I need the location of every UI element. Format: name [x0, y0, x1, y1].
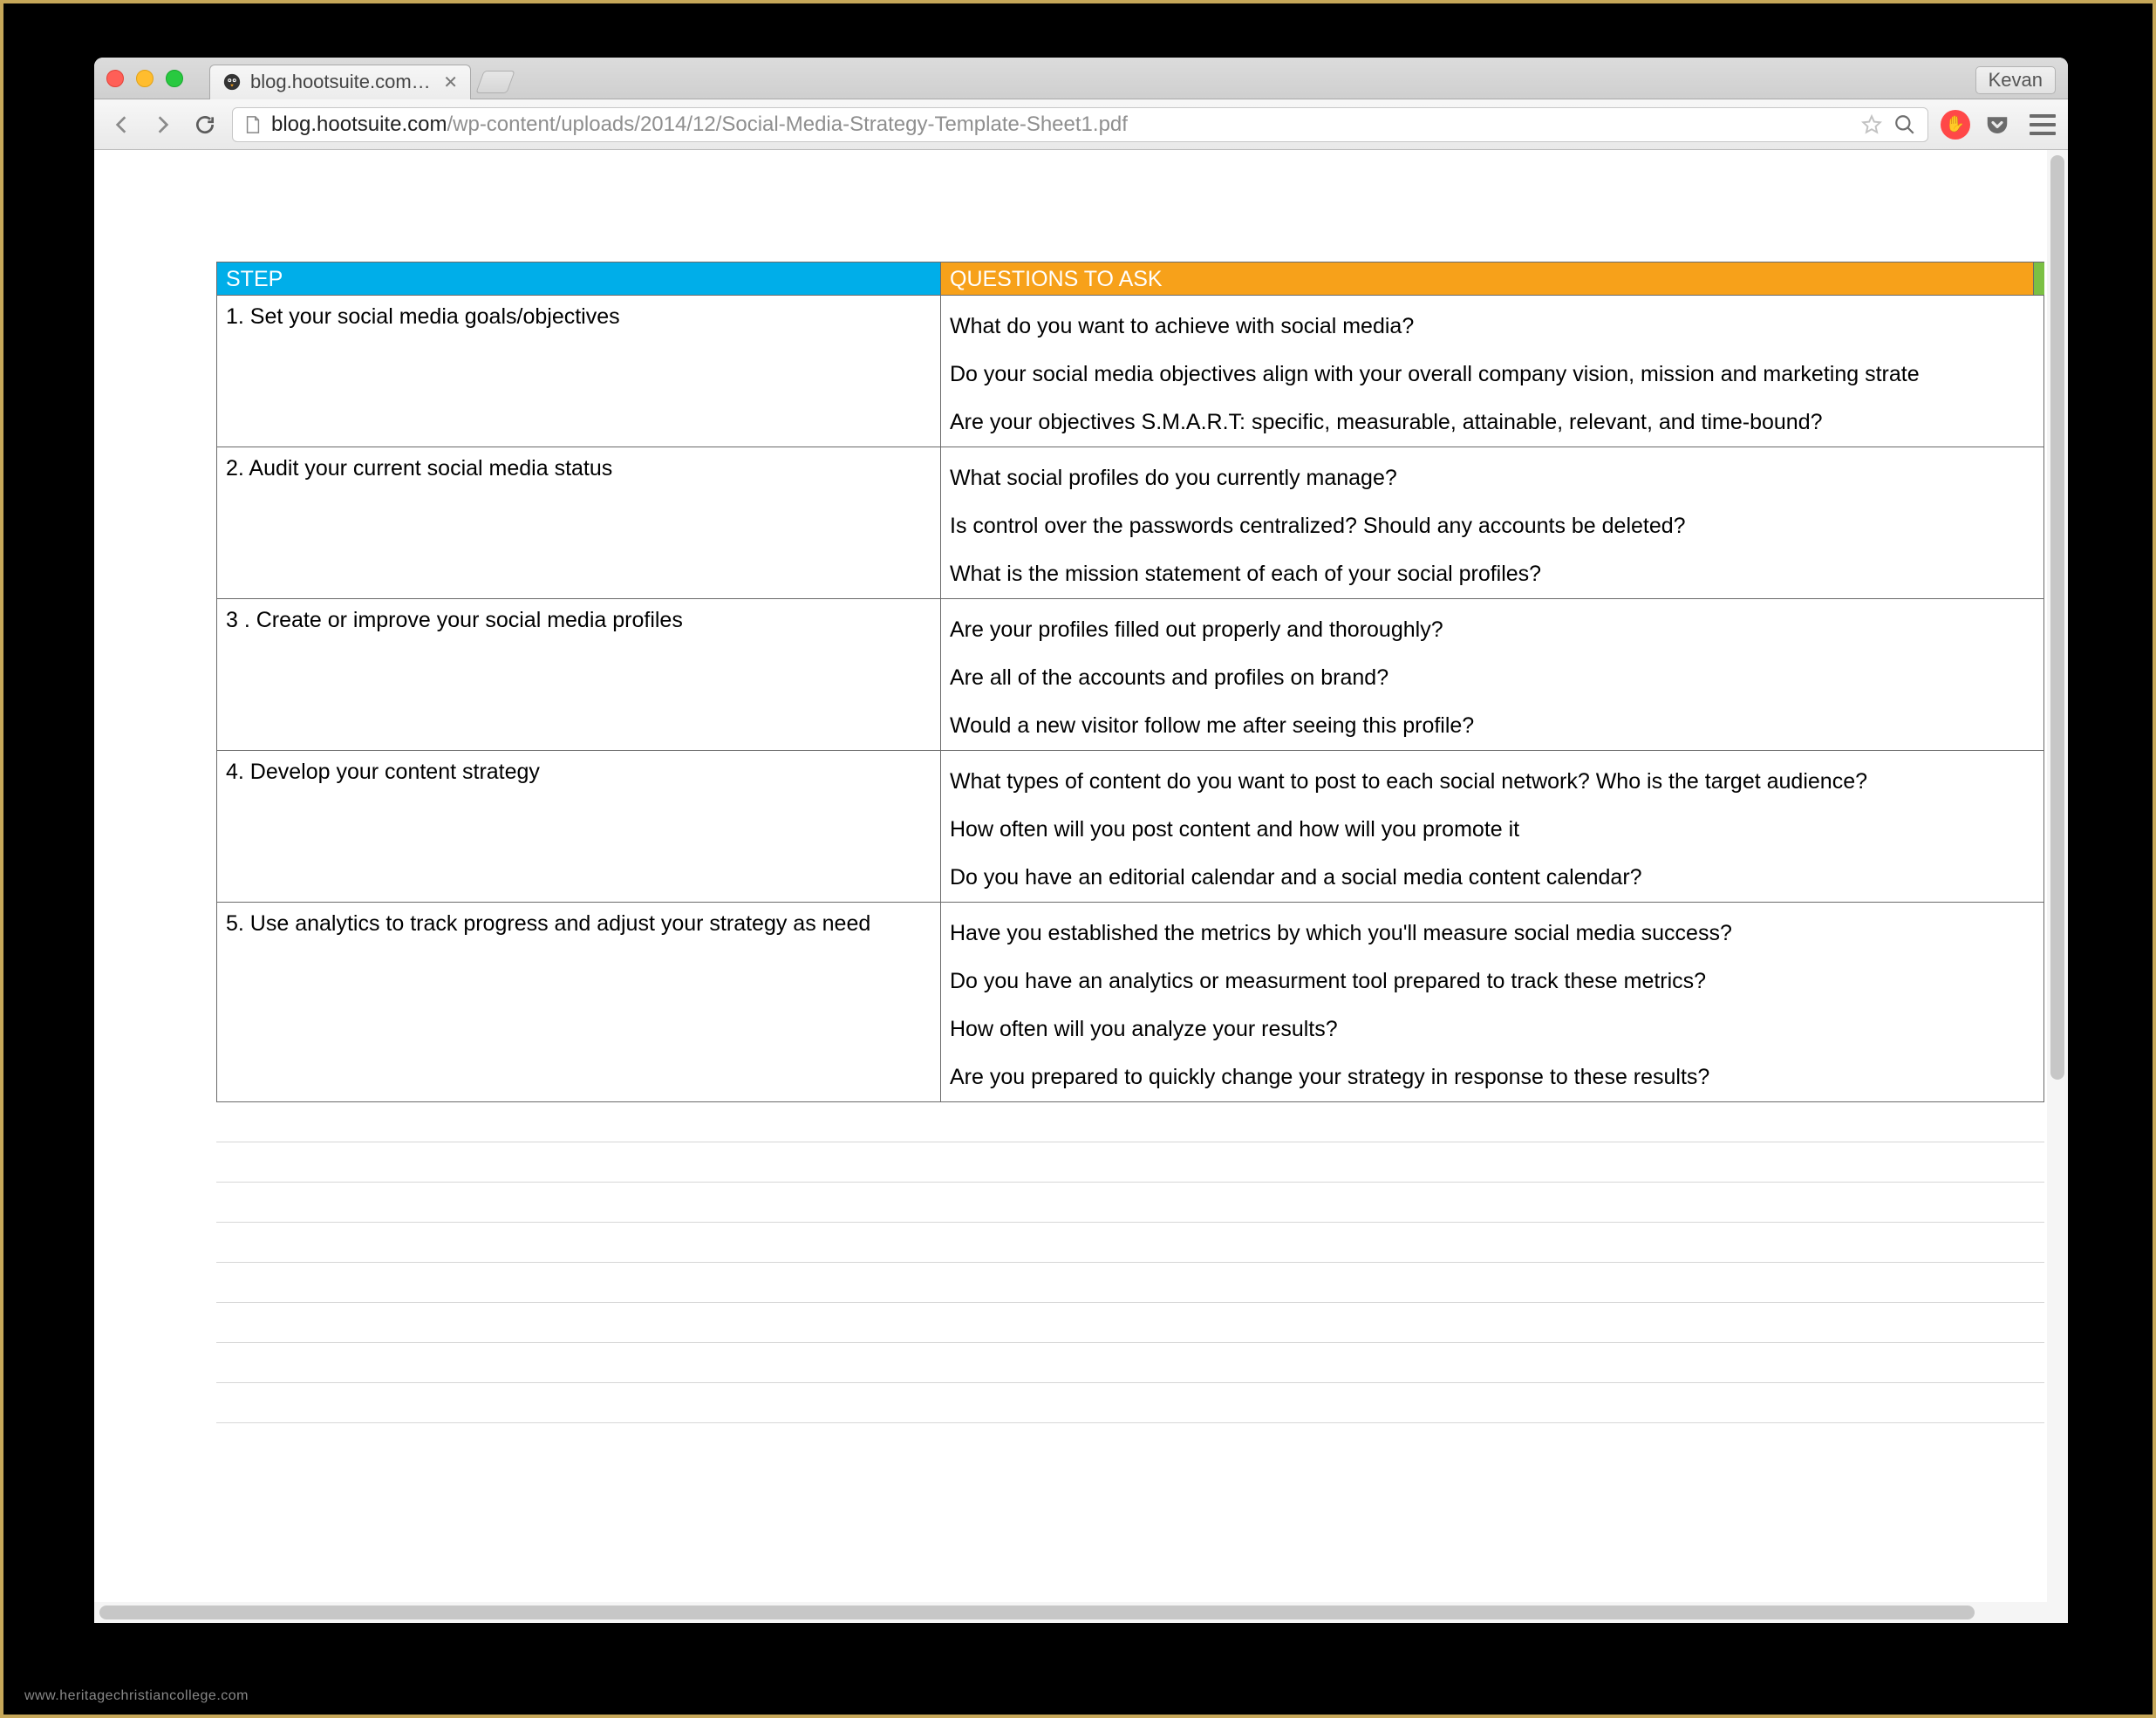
question-line: Are you prepared to quickly change your … [941, 1053, 2043, 1101]
url-path: /wp-content/uploads/2014/12/Social-Media… [447, 112, 1127, 136]
horizontal-scroll-thumb[interactable] [99, 1606, 1975, 1619]
empty-row [216, 1142, 2044, 1183]
browser-window: blog.hootsuite.com/wp-con ✕ Kevan blog.h… [94, 58, 2068, 1623]
maximize-window-button[interactable] [166, 70, 183, 87]
owl-favicon-icon [222, 72, 242, 92]
header-col3-sliver [2034, 262, 2044, 296]
empty-row [216, 1343, 2044, 1383]
close-tab-icon[interactable]: ✕ [443, 72, 458, 93]
profile-badge[interactable]: Kevan [1975, 66, 2056, 94]
step-cell: 1. Set your social media goals/objective… [216, 296, 941, 447]
question-line: Are your objectives S.M.A.R.T: specific,… [941, 399, 2043, 447]
question-line: Do your social media objectives align wi… [941, 351, 2043, 399]
table-row: 1. Set your social media goals/objective… [216, 296, 2044, 447]
content-viewport: STEP QUESTIONS TO ASK 1. Set your social… [94, 150, 2068, 1623]
vertical-scrollbar[interactable] [2047, 150, 2068, 1602]
url-domain: blog.hootsuite.com [271, 112, 447, 136]
strategy-table: STEP QUESTIONS TO ASK 1. Set your social… [216, 262, 2044, 1423]
table-row: 5. Use analytics to track progress and a… [216, 903, 2044, 1102]
zoom-magnifier-icon[interactable] [1893, 112, 1917, 137]
watermark-text: www.heritagechristiancollege.com [24, 1688, 249, 1704]
table-row: 4. Develop your content strategy What ty… [216, 751, 2044, 903]
empty-row [216, 1223, 2044, 1263]
menu-hamburger-icon[interactable] [2030, 114, 2056, 135]
minimize-window-button[interactable] [136, 70, 154, 87]
pdf-document: STEP QUESTIONS TO ASK 1. Set your social… [94, 150, 2047, 1602]
question-line: How often will you analyze your results? [941, 1006, 2043, 1053]
question-line: What is the mission statement of each of… [941, 550, 2043, 598]
empty-row [216, 1303, 2044, 1343]
question-line: How often will you post content and how … [941, 806, 2043, 854]
step-cell: 4. Develop your content strategy [216, 751, 941, 903]
questions-cell: Are your profiles filled out properly an… [941, 599, 2044, 751]
question-line: What social profiles do you currently ma… [941, 447, 2043, 502]
horizontal-scrollbar[interactable] [94, 1602, 2068, 1623]
pocket-extension-icon[interactable] [1982, 110, 2012, 140]
url-text: blog.hootsuite.com/wp-content/uploads/20… [271, 112, 1851, 137]
empty-row [216, 1383, 2044, 1423]
step-cell: 3 . Create or improve your social media … [216, 599, 941, 751]
table-header-row: STEP QUESTIONS TO ASK [216, 262, 2044, 296]
question-line: Are your profiles filled out properly an… [941, 599, 2043, 654]
back-button[interactable] [106, 110, 136, 140]
header-step: STEP [216, 262, 941, 296]
table-row: 3 . Create or improve your social media … [216, 599, 2044, 751]
close-window-button[interactable] [106, 70, 124, 87]
window-controls [106, 70, 183, 87]
question-line: Are all of the accounts and profiles on … [941, 654, 2043, 702]
new-tab-button[interactable] [475, 71, 515, 93]
empty-spreadsheet-rows [216, 1102, 2044, 1423]
browser-toolbar: blog.hootsuite.com/wp-content/uploads/20… [94, 99, 2068, 150]
address-bar[interactable]: blog.hootsuite.com/wp-content/uploads/20… [232, 107, 1928, 142]
question-line: Do you have an analytics or measurment t… [941, 958, 2043, 1006]
empty-row [216, 1183, 2044, 1223]
empty-row [216, 1102, 2044, 1142]
question-line: Is control over the passwords centralize… [941, 502, 2043, 550]
question-line: Would a new visitor follow me after seei… [941, 702, 2043, 750]
header-questions: QUESTIONS TO ASK [941, 262, 2034, 296]
question-line: Have you established the metrics by whic… [941, 903, 2043, 958]
tab-title: blog.hootsuite.com/wp-con [250, 71, 434, 93]
ublock-extension-icon[interactable]: ✋ [1941, 110, 1970, 140]
reload-button[interactable] [190, 110, 220, 140]
vertical-scroll-thumb[interactable] [2050, 155, 2064, 1080]
questions-cell: What social profiles do you currently ma… [941, 447, 2044, 599]
bookmark-star-icon[interactable] [1859, 112, 1884, 137]
tab-bar: blog.hootsuite.com/wp-con ✕ Kevan [94, 58, 2068, 99]
forward-button[interactable] [148, 110, 178, 140]
question-line: Do you have an editorial calendar and a … [941, 854, 2043, 902]
browser-tab[interactable]: blog.hootsuite.com/wp-con ✕ [209, 65, 471, 99]
step-cell: 5. Use analytics to track progress and a… [216, 903, 941, 1102]
question-line: What do you want to achieve with social … [941, 296, 2043, 351]
step-cell: 2. Audit your current social media statu… [216, 447, 941, 599]
table-row: 2. Audit your current social media statu… [216, 447, 2044, 599]
questions-cell: What do you want to achieve with social … [941, 296, 2044, 447]
empty-row [216, 1263, 2044, 1303]
questions-cell: Have you established the metrics by whic… [941, 903, 2044, 1102]
questions-cell: What types of content do you want to pos… [941, 751, 2044, 903]
question-line: What types of content do you want to pos… [941, 751, 2043, 806]
page-file-icon [243, 115, 263, 134]
